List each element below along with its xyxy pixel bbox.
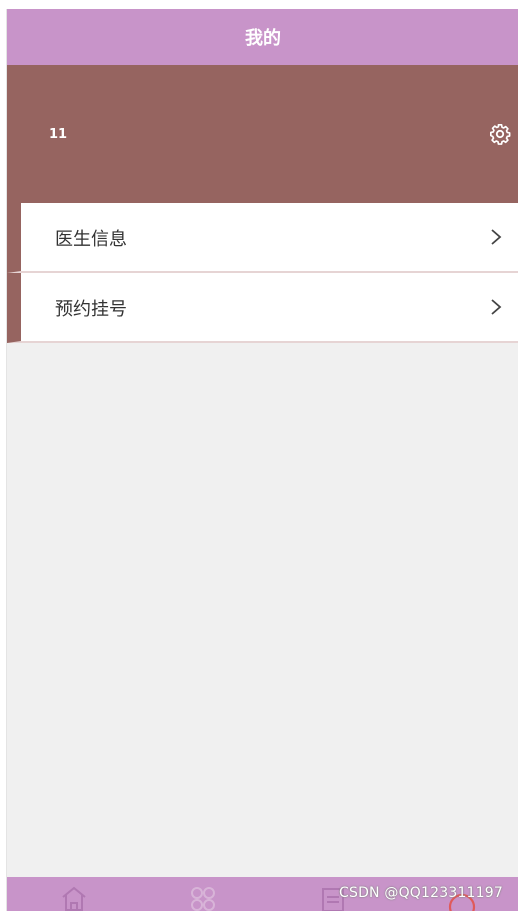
page-title: 我的 [245,28,281,49]
menu-item-label: 医生信息 [55,229,127,250]
menu-list: 医生信息 预约挂号 [7,203,518,343]
chevron-right-icon [491,299,502,315]
menu-item-doctor-info[interactable]: 医生信息 [7,203,518,273]
menu-item-appointment[interactable]: 预约挂号 [7,273,518,343]
app-screen: 我的 11 医生信息 预约挂号 CSDN @QQ123311197 [6,9,518,911]
home-icon[interactable] [59,883,89,911]
menu-item-label: 预约挂号 [55,299,127,320]
watermark: CSDN @QQ123311197 [339,885,503,901]
chevron-right-icon [491,229,502,245]
username: 11 [49,127,68,142]
profile-header: 11 [7,65,518,203]
gear-icon[interactable] [489,123,511,145]
tab-bar: CSDN @QQ123311197 [7,877,518,911]
title-bar: 我的 [7,9,518,65]
grid-icon[interactable] [188,883,218,911]
